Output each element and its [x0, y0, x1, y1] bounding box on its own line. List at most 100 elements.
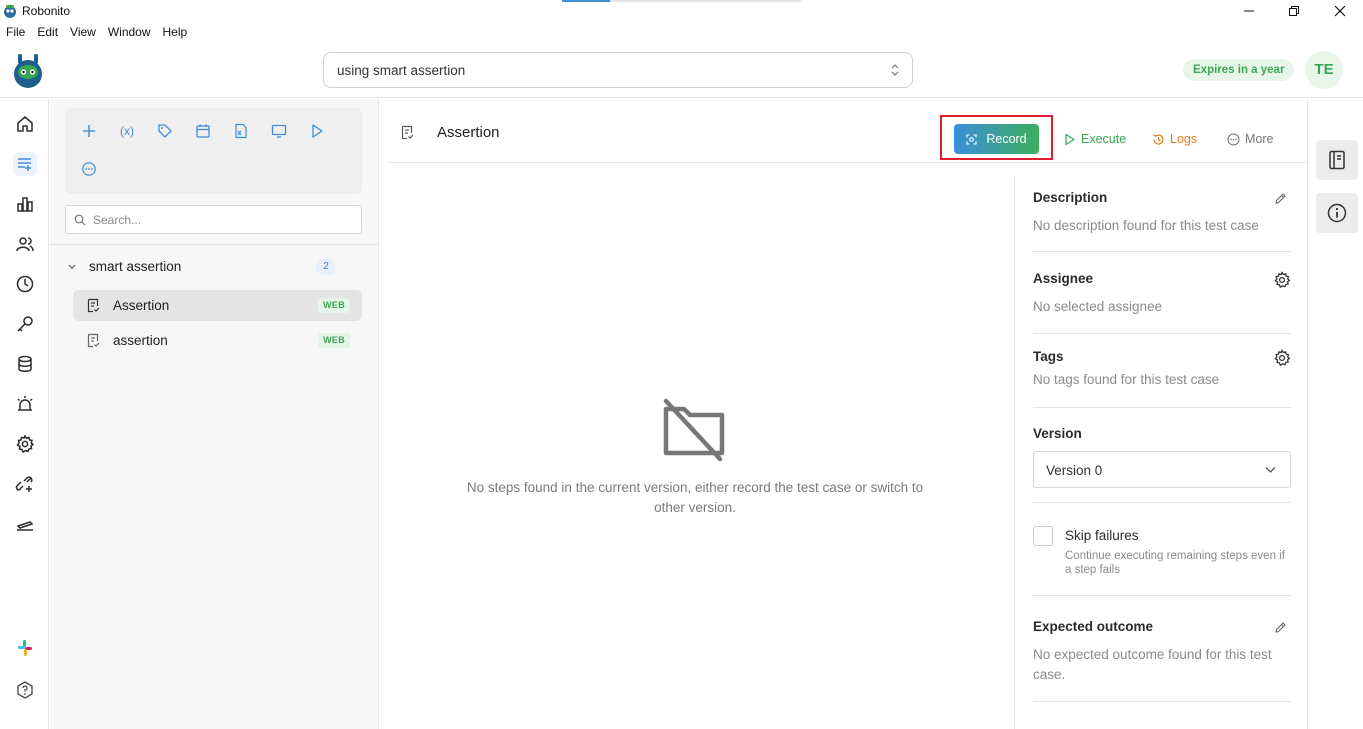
project-select-value: using smart assertion [337, 63, 466, 78]
keys-icon [17, 316, 33, 332]
nav-alerts[interactable] [13, 392, 37, 416]
test-case-doc-icon [87, 333, 100, 348]
slack-icon [18, 640, 32, 656]
device-button[interactable] [268, 120, 290, 142]
primary-nav-rail [0, 99, 49, 729]
suite-count-badge: 2 [316, 259, 336, 275]
record-scan-icon [966, 133, 977, 145]
help-button[interactable] [13, 678, 37, 702]
version-select[interactable]: Version 0 [1033, 451, 1291, 488]
detail-header: Assertion Record Execute Logs More [388, 99, 1306, 163]
nav-integrations[interactable] [13, 472, 37, 496]
sort-chevrons-icon [891, 64, 899, 76]
minimize-icon [1244, 10, 1254, 12]
menu-view[interactable]: View [64, 22, 102, 42]
version-select-value: Version 0 [1046, 463, 1103, 478]
import-excel-button[interactable] [230, 120, 252, 142]
menu-window[interactable]: Window [102, 22, 157, 42]
expected-outcome-label: Expected outcome [1033, 619, 1154, 634]
reports-icon [17, 197, 33, 212]
logs-button-label: Logs [1170, 132, 1198, 146]
minimize-button[interactable] [1226, 0, 1272, 22]
history-icon [16, 275, 34, 293]
details-panel: Description No description found for thi… [1014, 176, 1306, 729]
nav-settings[interactable] [13, 432, 37, 456]
test-case-item[interactable]: Assertion WEB [73, 290, 362, 321]
description-value: No description found for this test case [1033, 218, 1259, 233]
run-button[interactable] [306, 120, 328, 142]
notebook-icon [1329, 150, 1345, 170]
tags-value: No tags found for this test case [1033, 372, 1220, 387]
nav-history[interactable] [13, 272, 37, 296]
tags-settings-icon[interactable] [1273, 349, 1291, 367]
more-button[interactable]: More [1227, 130, 1273, 148]
history-icon [1153, 133, 1164, 145]
test-case-doc-icon [87, 298, 100, 313]
tags-label: Tags [1033, 349, 1064, 364]
skip-failures-label: Skip failures [1065, 528, 1139, 543]
help-icon [17, 681, 33, 699]
robonito-logo[interactable] [10, 50, 46, 90]
record-button[interactable]: Record [954, 124, 1039, 154]
window-title: Robonito [22, 4, 71, 18]
test-case-item[interactable]: assertion WEB [73, 325, 362, 356]
menu-edit[interactable]: Edit [31, 22, 64, 42]
nav-users[interactable] [13, 232, 37, 256]
nav-database[interactable] [13, 352, 37, 376]
menu-file[interactable]: File [0, 22, 31, 42]
chevron-down-icon [68, 264, 76, 270]
suite-group-header[interactable]: smart assertion 2 [65, 255, 362, 279]
tags-button[interactable] [154, 120, 176, 142]
home-icon [17, 116, 33, 132]
skip-failures-hint: Continue executing remaining steps even … [1065, 550, 1285, 576]
test-case-search[interactable] [65, 205, 362, 234]
platform-badge: WEB [318, 333, 350, 348]
schedule-button[interactable] [192, 120, 214, 142]
settings-icon [16, 434, 35, 454]
info-button[interactable] [1316, 193, 1358, 233]
menu-help[interactable]: Help [157, 22, 194, 42]
slack-button[interactable] [13, 636, 37, 660]
restore-icon [1289, 6, 1299, 16]
test-case-name: assertion [113, 333, 168, 348]
empty-steps-message: No steps found in the current version, e… [466, 480, 924, 515]
more-circle-icon [82, 162, 96, 176]
skip-failures-checkbox[interactable] [1033, 526, 1053, 546]
play-icon [312, 124, 323, 138]
edit-description-icon[interactable] [1274, 192, 1287, 205]
folder-off-icon [663, 398, 725, 462]
notebook-button[interactable] [1316, 140, 1358, 180]
license-expiry-badge: Expires in a year [1183, 59, 1295, 81]
toolbar-more-button[interactable] [78, 158, 100, 180]
add-test-case-button[interactable] [78, 120, 100, 142]
platform-badge: WEB [318, 298, 350, 313]
alerts-icon [17, 396, 33, 411]
chevron-down-icon [1265, 467, 1276, 473]
loading-strip [562, 0, 802, 2]
nav-keys[interactable] [13, 312, 37, 336]
nav-home[interactable] [13, 112, 37, 136]
execute-button[interactable]: Execute [1063, 130, 1126, 148]
nav-test-cases[interactable] [13, 152, 37, 176]
restore-button[interactable] [1271, 0, 1317, 22]
app-header: using smart assertion Expires in a year … [0, 42, 1363, 98]
user-avatar[interactable]: TE [1305, 51, 1343, 89]
project-select[interactable]: using smart assertion [323, 52, 913, 88]
close-button[interactable] [1317, 0, 1363, 22]
logs-button[interactable]: Logs [1152, 130, 1197, 148]
assignee-settings-icon[interactable] [1273, 271, 1291, 289]
section-divider [1033, 701, 1291, 702]
edit-expected-outcome-icon[interactable] [1274, 621, 1287, 634]
nav-reports[interactable] [13, 192, 37, 216]
nav-schedule[interactable] [13, 512, 37, 536]
secondary-rail [1307, 99, 1363, 729]
variable-icon: (x) [120, 124, 134, 138]
assignee-section: Assignee No selected assignee [1033, 271, 1291, 317]
calendar-icon [196, 124, 210, 138]
monitor-icon [271, 124, 287, 138]
variables-button[interactable]: (x) [116, 120, 138, 142]
more-button-label: More [1245, 132, 1274, 146]
section-divider [1033, 407, 1291, 408]
excel-icon [235, 123, 247, 139]
test-case-search-input[interactable] [93, 211, 353, 229]
